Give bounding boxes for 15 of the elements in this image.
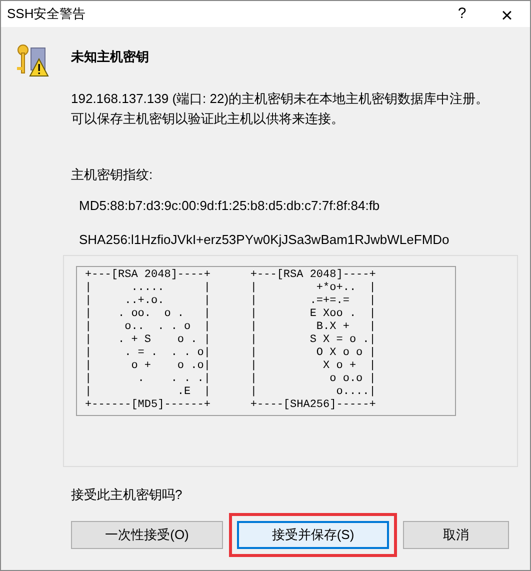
help-button[interactable]: ?	[440, 1, 484, 27]
dialog-button[interactable]: 取消	[403, 520, 509, 548]
fingerprint-label: 主机密钥指纹:	[71, 166, 154, 184]
close-button[interactable]: ×	[484, 1, 530, 27]
question-text: 接受此主机密钥吗?	[71, 486, 184, 504]
dialog-heading: 未知主机密钥	[71, 48, 150, 66]
key-warning-icon	[15, 43, 49, 77]
window-title: SSH安全警告	[7, 5, 87, 24]
fingerprint-text: SHA256:l1HzfioJVkI+erz53PYw0KjJSa3wBam1RJwbWLeFMDo	[79, 230, 450, 249]
fingerprint-text: MD5:88:b7:d3:9c:00:9d:f1:25:b8:d5:db:c7:7f:8f:84:fb	[79, 197, 381, 215]
dialog-button[interactable]: 一次性接受(O)	[71, 520, 223, 548]
message-text: 192.168.137.139 (端口: 22)的主机密钥未在本地主机密钥数据库中注册。可以保存主机密钥以验证此主机以供将来连接。	[71, 90, 490, 128]
randomart-text: +---[RSA 2048]----+ | ..... | | ..+.o. | | . oo. o . | | o.. . . o | | . + S o . | | . = . . . o| | o + o .o| | . . . .| | .E | +------[MD5]------+	[85, 269, 210, 413]
randomart-text: +---[RSA 2048]----+ | +*o+.. | | .=+=.= | | E Xoo . | | B.X + | | S X = o .| | O X o o | | X o + | | o o.o | | o....| +----[SHA256]-----+	[250, 269, 376, 413]
dialog-button[interactable]: 接受并保存(S)	[237, 520, 389, 548]
